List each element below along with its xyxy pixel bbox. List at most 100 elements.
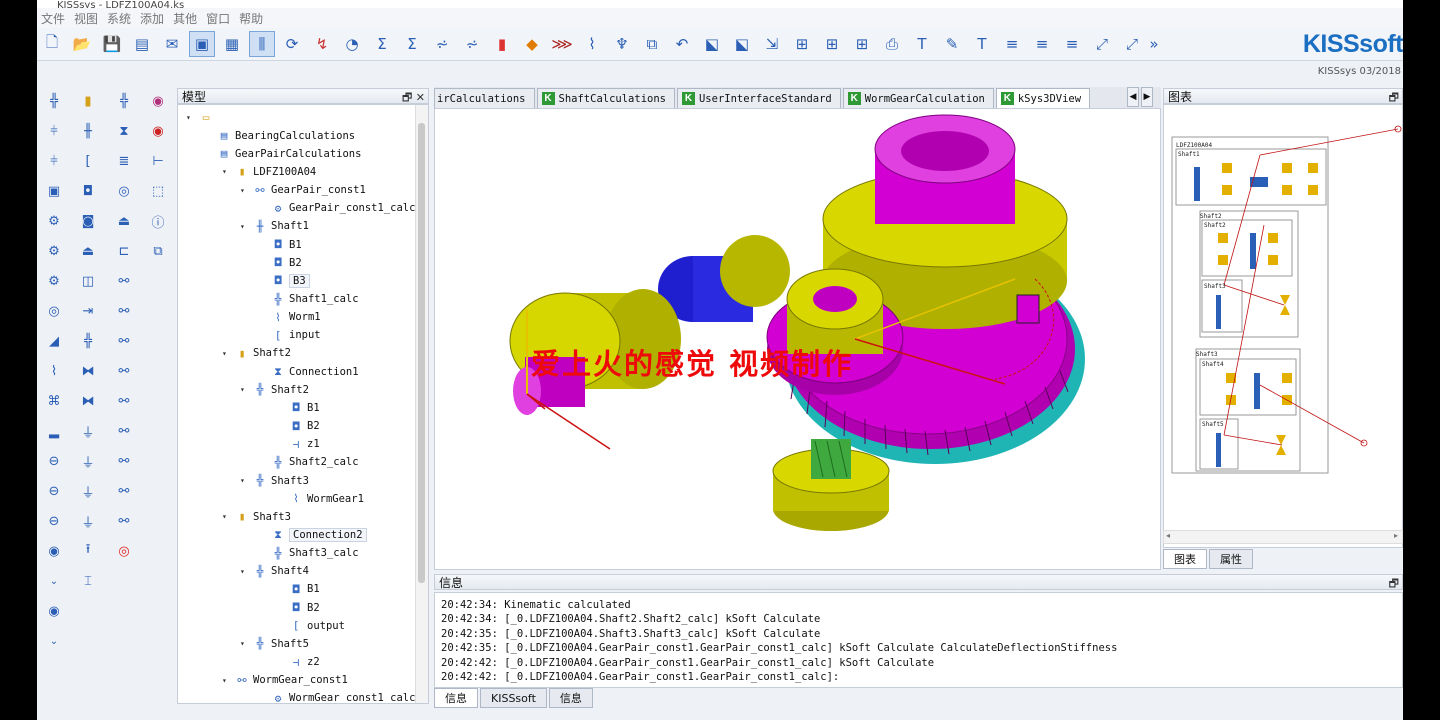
tree-scroll-thumb[interactable] — [418, 123, 425, 583]
sum-list-icon[interactable]: Σ — [399, 31, 425, 57]
link8-icon[interactable]: ⚯ — [111, 478, 137, 504]
tree-node[interactable]: ◘ B2 — [258, 254, 302, 271]
info-log[interactable]: 20:42:34: Kinematic calculated 20:42:34:… — [434, 592, 1403, 688]
export-icon[interactable]: ⇲ — [759, 31, 785, 57]
link2-icon[interactable]: ⚯ — [111, 298, 137, 324]
new-file-icon[interactable]: 🗋 — [39, 31, 65, 57]
table-edit-icon[interactable]: ⊞ — [849, 31, 875, 57]
gear-set-icon[interactable]: ⚙ — [41, 268, 67, 294]
measure-icon[interactable]: ⏏ — [111, 208, 137, 234]
sensor-icon[interactable]: ◉ — [41, 598, 67, 624]
tab-scroll-left-icon[interactable]: ◀ — [1127, 87, 1139, 107]
align-right-icon[interactable]: ≡ — [1059, 31, 1085, 57]
expand-down-icon[interactable]: ⌄ — [41, 568, 67, 594]
node-icon[interactable]: ◫ — [75, 268, 101, 294]
tab-properties[interactable]: 属性 — [1209, 549, 1253, 569]
sum-icon[interactable]: Σ — [369, 31, 395, 57]
refresh-icon[interactable]: ⟳ — [279, 31, 305, 57]
shaft-add-icon[interactable]: ╬ — [41, 88, 67, 114]
text-box-icon[interactable]: T — [909, 31, 935, 57]
chart-sum-icon[interactable]: ⩫ — [429, 31, 455, 57]
lift-icon[interactable]: ⭱ — [75, 538, 101, 564]
disc-icon[interactable]: ◎ — [111, 178, 137, 204]
window-toggle-icon[interactable]: ▣ — [189, 31, 215, 57]
scroll-left-icon[interactable]: ◂ — [1166, 531, 1170, 540]
calculator-icon[interactable]: ▦ — [219, 31, 245, 57]
belt-icon[interactable]: ⊖ — [41, 478, 67, 504]
align-center-icon[interactable]: ≡ — [1029, 31, 1055, 57]
bearing-roller-icon[interactable]: ◙ — [75, 208, 101, 234]
planet-icon[interactable]: ◎ — [41, 298, 67, 324]
tree-node[interactable]: [input — [258, 327, 321, 344]
cube-color-icon[interactable]: ◆ — [519, 31, 545, 57]
link4-icon[interactable]: ⚯ — [111, 358, 137, 384]
duplicate-icon[interactable]: ⧉ — [145, 238, 171, 264]
gauge-icon[interactable]: ◔ — [339, 31, 365, 57]
hierarchy-icon[interactable]: ⊢ — [145, 148, 171, 174]
menu-file[interactable]: 文件 — [41, 10, 74, 27]
expand-arrow-icon[interactable]: ▾ — [240, 222, 252, 231]
tree-node[interactable]: ◘ B1 — [258, 236, 302, 253]
connection-add-icon[interactable]: ⧗ — [111, 118, 137, 144]
expand-arrow-icon[interactable]: ▾ — [240, 476, 252, 485]
shaft-element-icon[interactable]: ╫ — [75, 118, 101, 144]
open-folder-icon[interactable]: 📂 — [69, 31, 95, 57]
copy-icon[interactable]: ⧉ — [639, 31, 665, 57]
bars-icon[interactable]: ▮ — [489, 31, 515, 57]
undo-icon[interactable]: ↶ — [669, 31, 695, 57]
bearing-add-icon[interactable]: ◘ — [75, 178, 101, 204]
belt2-icon[interactable]: ⊖ — [41, 508, 67, 534]
tab-ksys-3d-view[interactable]: KkSys3DView — [995, 88, 1091, 108]
shaft-tool-icon[interactable]: ⫼ — [249, 31, 275, 57]
tree-node[interactable]: ▾ ╬ Shaft5 — [240, 635, 309, 652]
tree-node[interactable]: ▾ ⚯ WormGear_const1 — [222, 672, 348, 689]
shaft-tree-icon[interactable]: ╬ — [111, 88, 137, 114]
tree-node[interactable]: ▾ ▮ Shaft2 — [222, 345, 291, 362]
expand-arrow-icon[interactable]: ▾ — [222, 512, 234, 521]
pencil-icon[interactable]: ✎ — [939, 31, 965, 57]
tree-node[interactable]: [output — [276, 617, 345, 634]
save-icon[interactable]: 💾 — [99, 31, 125, 57]
lines-icon[interactable]: ⋙ — [549, 31, 575, 57]
system-diagram[interactable]: LDFZ100A04 Shaft1 Shaft2 Shaft2 Shaft3 S… — [1163, 104, 1403, 548]
screw-icon[interactable]: ⌘ — [41, 388, 67, 414]
gear-box-icon[interactable]: ▣ — [41, 178, 67, 204]
rack-icon[interactable]: ▂ — [41, 418, 67, 444]
link6-icon[interactable]: ⚯ — [111, 418, 137, 444]
tree-scrollbar[interactable] — [415, 105, 428, 703]
expand-arrow-icon[interactable]: ▾ — [240, 639, 252, 648]
chart-sum2-icon[interactable]: ⩫ — [459, 31, 485, 57]
tab-shaft-calculations[interactable]: K ShaftCalculations — [536, 88, 675, 108]
ground2-icon[interactable]: ⏚ — [75, 448, 101, 474]
tab-pair-calculations[interactable]: irCalculations — [434, 88, 535, 108]
bevel-icon[interactable]: ◢ — [41, 328, 67, 354]
tree-node[interactable]: ▾ ╬ Shaft3 — [240, 472, 309, 489]
tree-node[interactable]: ╬ Shaft3_calc — [258, 545, 359, 562]
tree-node[interactable]: ◘ B1 — [276, 399, 320, 416]
table-icon[interactable]: ⊞ — [819, 31, 845, 57]
tree-node[interactable]: ⧗ Connection2 — [258, 526, 367, 543]
properties-icon[interactable]: ▤ — [129, 31, 155, 57]
coupling-add-icon[interactable]: [ — [75, 148, 101, 174]
support-icon[interactable]: ⏏ — [75, 238, 101, 264]
tree-node[interactable]: ⊣ z1 — [276, 436, 320, 453]
tree-node[interactable]: ⚙ WormGear_const1_calc — [258, 690, 416, 703]
menu-help[interactable]: 帮助 — [239, 10, 272, 27]
axes-icon[interactable]: ⤢ — [1089, 31, 1115, 57]
scroll-right-icon[interactable]: ▸ — [1394, 531, 1398, 540]
tab-worm-gear-calculation[interactable]: K WormGearCalculation — [842, 88, 994, 108]
table-add-icon[interactable]: ⊞ — [789, 31, 815, 57]
tab-info[interactable]: 信息 — [434, 688, 478, 708]
joint-icon[interactable]: ╬ — [75, 328, 101, 354]
menu-add[interactable]: 添加 — [140, 10, 173, 27]
chain-icon[interactable]: ⊖ — [41, 448, 67, 474]
tab-info-2[interactable]: 信息 — [548, 688, 593, 708]
tab-kisssoft[interactable]: KISSsoft — [480, 688, 547, 708]
link3-icon[interactable]: ⚯ — [111, 328, 137, 354]
shaft-step-icon[interactable]: ⫩ — [41, 148, 67, 174]
info-icon[interactable]: ⓘ — [145, 208, 171, 234]
shaft-pair-icon[interactable]: ⫩ — [41, 118, 67, 144]
tree-node[interactable]: ╬ Shaft1_calc — [258, 291, 359, 308]
menu-other[interactable]: 其他 — [173, 10, 206, 27]
link1-icon[interactable]: ⚯ — [111, 268, 137, 294]
